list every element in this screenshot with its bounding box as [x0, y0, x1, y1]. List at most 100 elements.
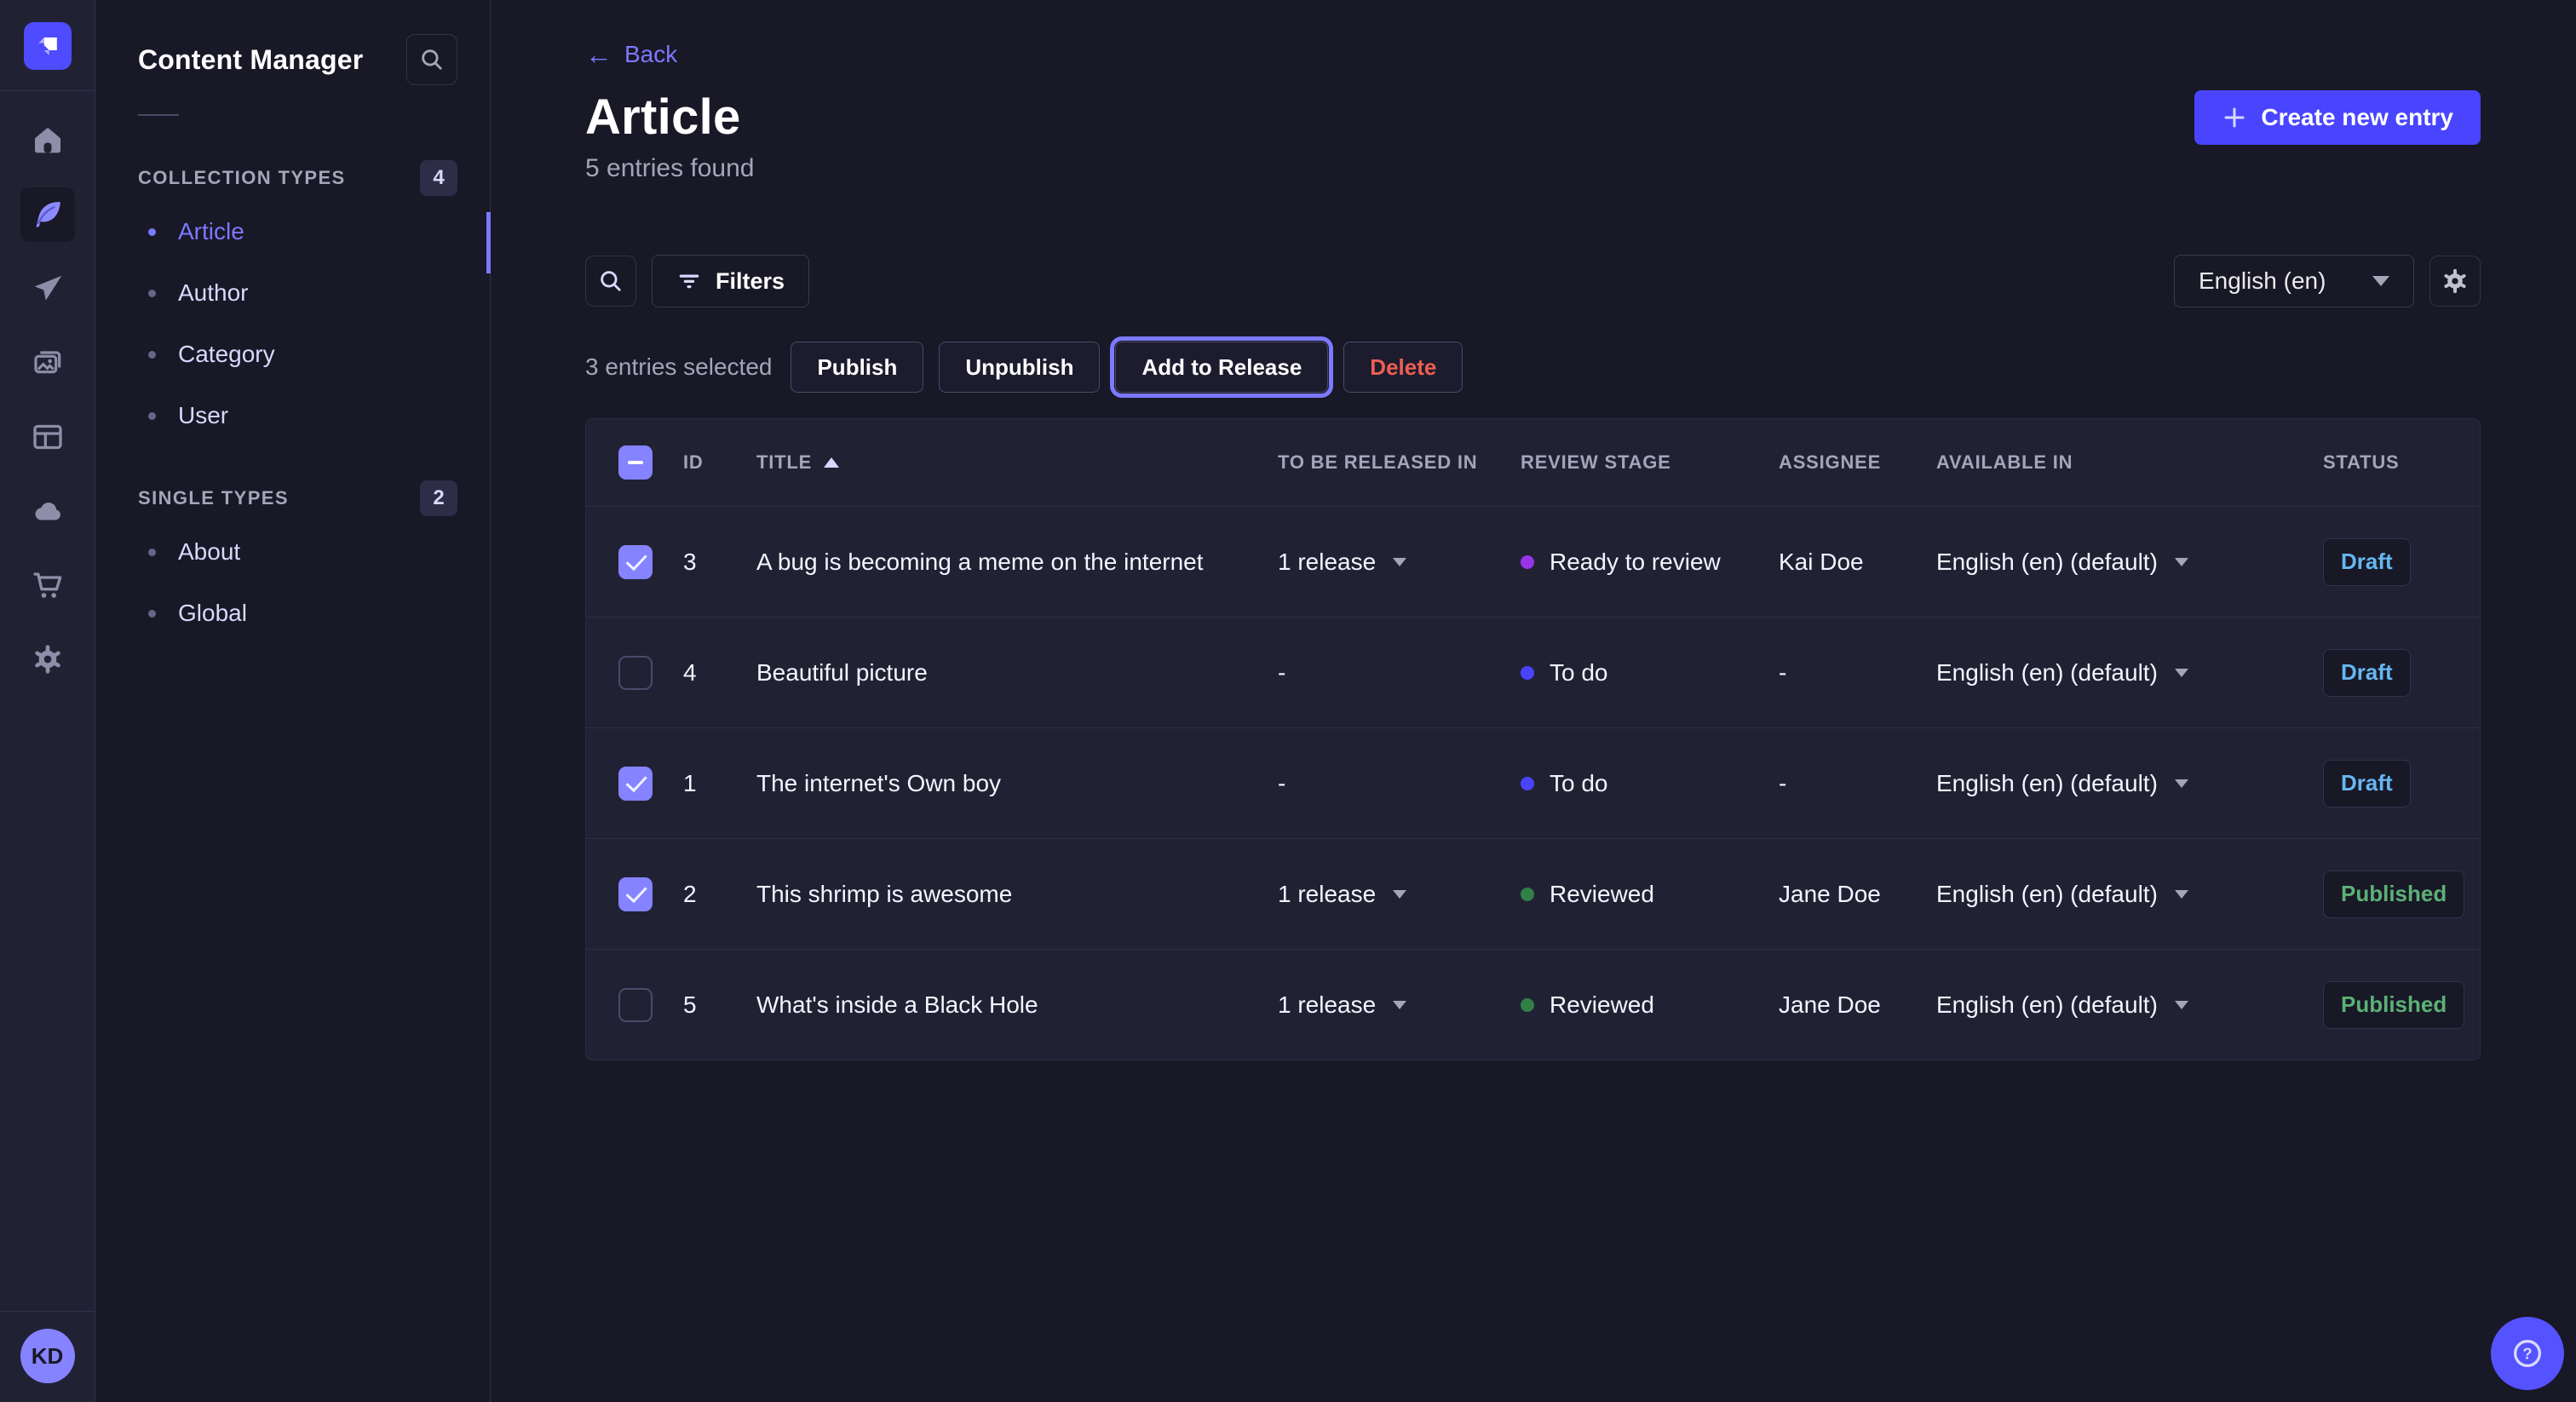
content-manager-subnav: Content Manager COLLECTION TYPES 4 Artic…: [95, 0, 491, 1402]
status-badge: Draft: [2323, 760, 2411, 807]
home-icon[interactable]: [20, 113, 75, 168]
delete-button[interactable]: Delete: [1343, 342, 1463, 393]
collection-types-count-badge: 4: [420, 160, 457, 196]
subnav-item-about[interactable]: About: [138, 521, 457, 583]
chevron-down-icon: [2175, 890, 2188, 899]
cell-id: 1: [683, 770, 756, 797]
column-header-title[interactable]: TITLE: [756, 451, 1278, 474]
subnav-item-author[interactable]: Author: [138, 262, 457, 324]
status-badge: Published: [2323, 871, 2464, 918]
column-header-status[interactable]: STATUS: [2323, 451, 2480, 474]
strapi-logo-icon: [31, 29, 65, 63]
view-settings-button[interactable]: [2429, 256, 2481, 307]
column-header-available-in[interactable]: AVAILABLE IN: [1936, 451, 2323, 474]
create-new-entry-button[interactable]: Create new entry: [2194, 90, 2481, 145]
releases-icon[interactable]: [20, 261, 75, 316]
chevron-down-icon: [1393, 890, 1406, 899]
entries-table: ID TITLE TO BE RELEASED IN REVIEW STAGE …: [585, 418, 2481, 1060]
column-header-assignee[interactable]: ASSIGNEE: [1779, 451, 1936, 474]
cell-review-stage: Ready to review: [1521, 549, 1779, 576]
stage-dot-icon: [1521, 555, 1534, 569]
page-title: Article: [585, 89, 741, 146]
row-checkbox[interactable]: [618, 988, 653, 1022]
cell-review-stage: Reviewed: [1521, 991, 1779, 1019]
subnav-search-button[interactable]: [406, 34, 457, 85]
search-icon: [596, 267, 625, 296]
row-checkbox[interactable]: [618, 877, 653, 911]
stage-dot-icon: [1521, 777, 1534, 790]
row-checkbox[interactable]: [618, 767, 653, 801]
table-row[interactable]: 2 This shrimp is awesome 1 release Revie…: [586, 838, 2480, 949]
cell-available-in[interactable]: English (en) (default): [1936, 549, 2323, 576]
cell-available-in[interactable]: English (en) (default): [1936, 991, 2323, 1019]
unpublish-button[interactable]: Unpublish: [939, 342, 1100, 393]
column-header-review-stage[interactable]: REVIEW STAGE: [1521, 451, 1779, 474]
table-row[interactable]: 4 Beautiful picture - To do - English (e…: [586, 617, 2480, 727]
back-link[interactable]: ← Back: [585, 41, 677, 68]
cell-release[interactable]: 1 release: [1278, 991, 1521, 1019]
search-button[interactable]: [585, 256, 636, 307]
table-row[interactable]: 3 A bug is becoming a meme on the intern…: [586, 506, 2480, 617]
content-type-builder-icon[interactable]: [20, 410, 75, 464]
chevron-down-icon: [2175, 779, 2188, 788]
nav-divider: [0, 90, 95, 91]
chevron-down-icon: [2175, 669, 2188, 677]
column-header-to-be-released-in[interactable]: TO BE RELEASED IN: [1278, 451, 1521, 474]
cell-available-in[interactable]: English (en) (default): [1936, 659, 2323, 687]
cell-id: 3: [683, 549, 756, 576]
cell-id: 4: [683, 659, 756, 687]
row-checkbox[interactable]: [618, 656, 653, 690]
svg-text:?: ?: [2522, 1345, 2532, 1363]
single-types-section: SINGLE TYPES 2 About Global: [138, 480, 457, 644]
cell-release[interactable]: 1 release: [1278, 881, 1521, 908]
nav-divider: [0, 1311, 95, 1312]
settings-icon[interactable]: [20, 632, 75, 687]
cloud-icon[interactable]: [20, 484, 75, 538]
avatar[interactable]: KD: [20, 1329, 75, 1383]
plus-icon: [2222, 105, 2247, 130]
cell-review-stage: To do: [1521, 659, 1779, 687]
sort-asc-icon: [824, 457, 839, 468]
locale-select[interactable]: English (en): [2174, 255, 2414, 307]
content-manager-icon[interactable]: [20, 187, 75, 242]
cell-id: 2: [683, 881, 756, 908]
cell-assignee: -: [1779, 770, 1936, 797]
add-to-release-button[interactable]: Add to Release: [1115, 342, 1328, 393]
marketplace-icon[interactable]: [20, 558, 75, 612]
subnav-item-category[interactable]: Category: [138, 324, 457, 385]
cell-release[interactable]: 1 release: [1278, 549, 1521, 576]
chevron-down-icon: [2175, 1001, 2188, 1009]
table-row[interactable]: 1 The internet's Own boy - To do - Engli…: [586, 727, 2480, 838]
status-badge: Draft: [2323, 538, 2411, 586]
table-header-row: ID TITLE TO BE RELEASED IN REVIEW STAGE …: [586, 419, 2480, 506]
subnav-item-article[interactable]: Article: [138, 201, 457, 262]
chevron-down-icon: [1393, 558, 1406, 566]
subnav-item-global[interactable]: Global: [138, 583, 457, 644]
bullet-icon: [148, 290, 156, 297]
column-header-id[interactable]: ID: [683, 451, 756, 474]
cell-title: What's inside a Black Hole: [756, 991, 1278, 1019]
row-checkbox[interactable]: [618, 545, 653, 579]
subnav-item-user[interactable]: User: [138, 385, 457, 446]
cell-available-in[interactable]: English (en) (default): [1936, 881, 2323, 908]
publish-button[interactable]: Publish: [791, 342, 923, 393]
cell-review-stage: Reviewed: [1521, 881, 1779, 908]
help-button[interactable]: ?: [2491, 1317, 2564, 1390]
entries-count: 5 entries found: [585, 154, 2481, 183]
filters-button[interactable]: Filters: [652, 255, 809, 307]
bullet-icon: [148, 412, 156, 420]
cell-title: A bug is becoming a meme on the internet: [756, 549, 1278, 576]
section-label: COLLECTION TYPES: [138, 167, 346, 189]
status-badge: Draft: [2323, 649, 2411, 697]
main-content: ← Back Article Create new entry 5 entrie…: [492, 0, 2576, 1060]
strapi-logo[interactable]: [24, 22, 72, 70]
table-row[interactable]: 5 What's inside a Black Hole 1 release R…: [586, 949, 2480, 1060]
media-library-icon[interactable]: [20, 336, 75, 390]
bullet-icon: [148, 228, 156, 236]
bullet-icon: [148, 549, 156, 556]
cell-title: Beautiful picture: [756, 659, 1278, 687]
select-all-checkbox[interactable]: [618, 445, 653, 480]
cell-title: This shrimp is awesome: [756, 881, 1278, 908]
cell-available-in[interactable]: English (en) (default): [1936, 770, 2323, 797]
cell-release: -: [1278, 770, 1521, 797]
